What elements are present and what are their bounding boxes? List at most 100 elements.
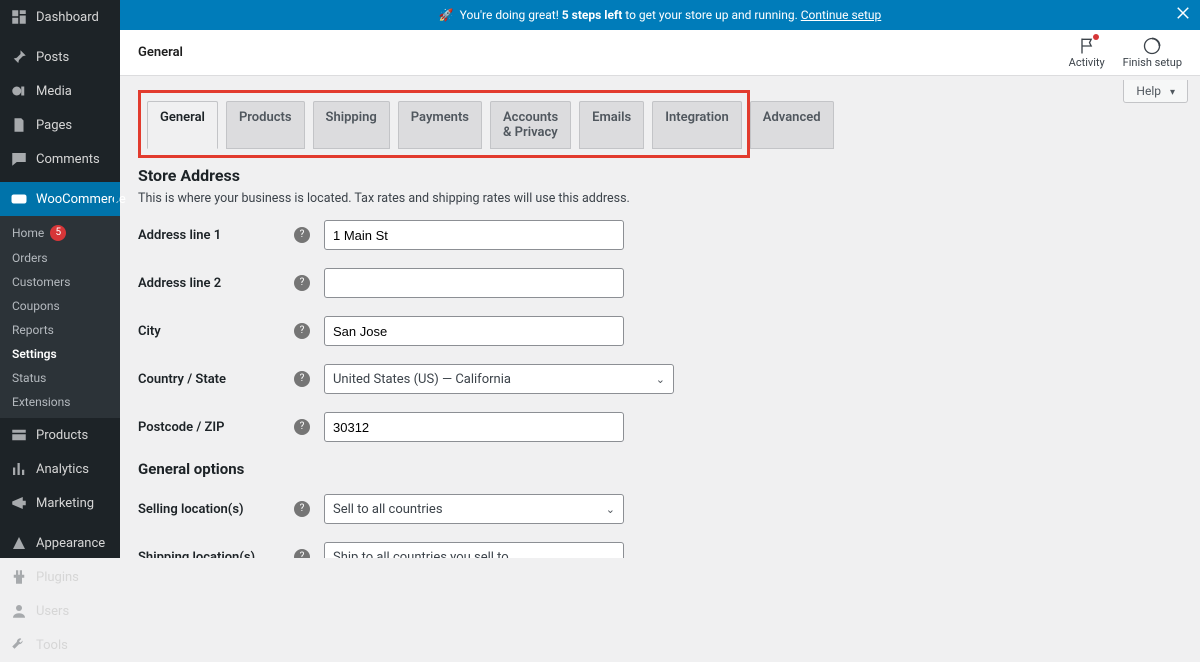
sidebar-item-dashboard[interactable]: Dashboard [0, 0, 120, 34]
sidebar-item-marketing[interactable]: Marketing [0, 486, 120, 520]
submenu-coupons[interactable]: Coupons [0, 294, 120, 318]
address1-input[interactable] [324, 220, 624, 250]
sidebar-label: Tools [36, 638, 68, 653]
row-postcode: Postcode / ZIP ? [138, 412, 1180, 442]
submenu-label: Home [12, 226, 44, 240]
store-address-heading: Store Address [138, 166, 1180, 185]
tab-products[interactable]: Products [226, 101, 305, 149]
close-icon [1174, 4, 1192, 22]
selling-value: Sell to all countries [333, 502, 443, 517]
sidebar-item-appearance[interactable]: Appearance [0, 526, 120, 560]
submenu-reports[interactable]: Reports [0, 318, 120, 342]
row-address1: Address line 1 ? [138, 220, 1180, 250]
submenu-extensions[interactable]: Extensions [0, 390, 120, 414]
notification-dot [1093, 34, 1099, 40]
country-value: United States (US) — California [333, 372, 511, 387]
sidebar-item-plugins[interactable]: Plugins [0, 560, 120, 594]
row-country: Country / State ? United States (US) — C… [138, 364, 1180, 394]
row-selling-locations: Selling location(s) ? Sell to all countr… [138, 494, 1180, 524]
banner-text-tail: to get your store up and running. [625, 8, 797, 22]
chevron-down-icon: ⌄ [656, 373, 665, 386]
sidebar-label: Analytics [36, 462, 89, 477]
help-icon[interactable]: ? [294, 419, 310, 435]
postcode-input[interactable] [324, 412, 624, 442]
address2-label: Address line 2 [138, 276, 294, 291]
page-header: General Activity Finish setup [120, 30, 1200, 76]
comments-icon [10, 150, 28, 168]
activity-button[interactable]: Activity [1069, 36, 1105, 69]
address1-label: Address line 1 [138, 228, 294, 243]
sidebar-item-comments[interactable]: Comments [0, 142, 120, 176]
sidebar-label: Comments [36, 152, 100, 167]
users-icon [10, 602, 28, 620]
tools-icon [10, 636, 28, 654]
woocommerce-icon [10, 190, 28, 208]
tab-advanced[interactable]: Advanced [750, 101, 834, 149]
help-icon[interactable]: ? [294, 549, 310, 558]
sidebar-item-analytics[interactable]: Analytics [0, 452, 120, 486]
flag-icon [1077, 36, 1097, 56]
sidebar-item-woocommerce[interactable]: WooCommerce [0, 182, 120, 216]
sidebar-label: Posts [36, 50, 69, 65]
sidebar-label: WooCommerce [36, 192, 126, 207]
tab-emails[interactable]: Emails [579, 101, 644, 149]
sidebar-item-products[interactable]: Products [0, 418, 120, 452]
marketing-icon [10, 494, 28, 512]
help-icon[interactable]: ? [294, 501, 310, 517]
finish-label: Finish setup [1123, 56, 1182, 69]
submenu-home[interactable]: Home 5 [0, 220, 120, 246]
submenu-status[interactable]: Status [0, 366, 120, 390]
row-city: City ? [138, 316, 1180, 346]
admin-sidebar: Dashboard Posts Media Pages Comments Woo… [0, 0, 120, 558]
selling-select[interactable]: Sell to all countries ⌄ [324, 494, 624, 524]
store-address-description: This is where your business is located. … [138, 191, 1180, 206]
sidebar-item-users[interactable]: Users [0, 594, 120, 628]
tab-payments[interactable]: Payments [398, 101, 482, 149]
help-icon[interactable]: ? [294, 227, 310, 243]
help-icon[interactable]: ? [294, 323, 310, 339]
settings-tabs: General Products Shipping Payments Accou… [147, 101, 741, 149]
products-icon [10, 426, 28, 444]
tab-general[interactable]: General [147, 101, 218, 149]
submenu-orders[interactable]: Orders [0, 246, 120, 270]
help-icon[interactable]: ? [294, 275, 310, 291]
submenu-customers[interactable]: Customers [0, 270, 120, 294]
submenu-settings[interactable]: Settings [0, 342, 120, 366]
sidebar-item-media[interactable]: Media [0, 74, 120, 108]
shipping-select[interactable]: Ship to all countries you sell to ⌄ [324, 542, 624, 558]
home-badge: 5 [50, 225, 66, 241]
rocket-icon: 🚀 [439, 8, 454, 22]
country-select[interactable]: United States (US) — California ⌄ [324, 364, 674, 394]
media-icon [10, 82, 28, 100]
help-icon[interactable]: ? [294, 371, 310, 387]
sidebar-label: Products [36, 428, 88, 443]
tabs-highlight-box: General Products Shipping Payments Accou… [138, 90, 750, 158]
country-label: Country / State [138, 372, 294, 387]
banner-text-lead: You're doing great! [460, 8, 559, 22]
sidebar-label: Users [36, 604, 69, 619]
general-options-heading: General options [138, 460, 1180, 478]
sidebar-label: Media [36, 84, 72, 99]
woocommerce-submenu: Home 5 Orders Customers Coupons Reports … [0, 216, 120, 418]
chevron-down-icon: ⌄ [606, 503, 615, 516]
tab-integration[interactable]: Integration [652, 101, 742, 149]
sidebar-label: Appearance [36, 536, 105, 551]
finish-setup-button[interactable]: Finish setup [1123, 36, 1182, 69]
sidebar-item-pages[interactable]: Pages [0, 108, 120, 142]
tab-accounts-privacy[interactable]: Accounts & Privacy [490, 101, 571, 149]
sidebar-item-posts[interactable]: Posts [0, 40, 120, 74]
settings-content: General Products Shipping Payments Accou… [120, 76, 1200, 558]
sidebar-label: Marketing [36, 496, 94, 511]
page-title: General [138, 45, 183, 60]
sidebar-item-tools[interactable]: Tools [0, 628, 120, 662]
continue-setup-link[interactable]: Continue setup [801, 8, 882, 22]
sidebar-label: Pages [36, 118, 72, 133]
row-shipping-locations: Shipping location(s) ? Ship to all count… [138, 542, 1180, 558]
tab-shipping[interactable]: Shipping [313, 101, 390, 149]
activity-label: Activity [1069, 56, 1105, 69]
chevron-down-icon: ⌄ [606, 551, 615, 559]
banner-close-button[interactable] [1174, 4, 1192, 25]
pin-icon [10, 48, 28, 66]
address2-input[interactable] [324, 268, 624, 298]
city-input[interactable] [324, 316, 624, 346]
